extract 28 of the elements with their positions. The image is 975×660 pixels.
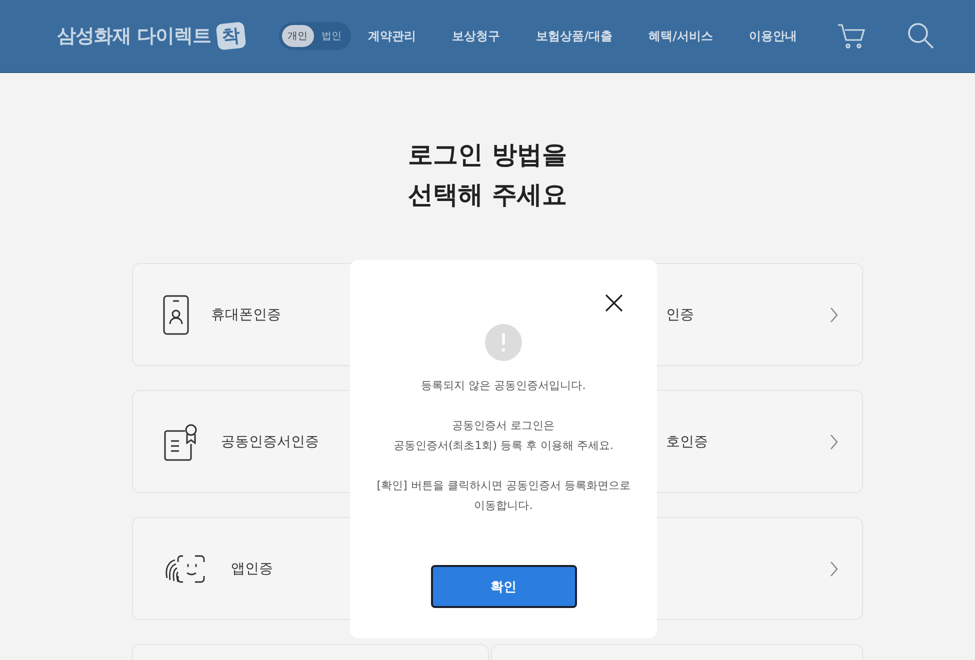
login-method-label: 공동인증서인증 xyxy=(221,432,319,450)
cart-button[interactable] xyxy=(837,22,867,50)
logo[interactable]: 삼성화재 다이렉트 착 xyxy=(57,23,245,49)
close-button[interactable] xyxy=(605,294,623,312)
nav-link[interactable]: 계약관리 xyxy=(368,28,416,44)
logo-badge: 착 xyxy=(216,22,246,50)
page-title: 로그인 방법을 선택해 주세요 xyxy=(407,139,568,211)
login-method-label: 앱인증 xyxy=(231,560,273,578)
nav-link[interactable]: 보험상품/대출 xyxy=(536,28,613,44)
search-icon xyxy=(907,22,935,50)
chevron-right-icon xyxy=(830,434,838,450)
close-icon xyxy=(605,294,623,312)
confirm-button[interactable]: 확인 xyxy=(430,565,576,608)
chevron-right-icon xyxy=(830,306,838,322)
customer-type-tab[interactable]: 법인 xyxy=(316,25,348,47)
certificate-icon xyxy=(163,422,199,462)
customer-type-tab[interactable]: 개인 xyxy=(282,25,314,47)
login-method-label: 호인증 xyxy=(666,432,708,450)
cart-icon xyxy=(837,22,867,50)
alert-icon xyxy=(485,324,522,361)
login-method-label: 휴대폰인증 xyxy=(211,306,281,324)
nav-link[interactable]: 이용안내 xyxy=(749,28,797,44)
phone-person-icon xyxy=(163,294,189,334)
login-method-label: 인증 xyxy=(666,306,694,324)
chevron-right-icon xyxy=(830,560,838,576)
nav-link[interactable]: 보상청구 xyxy=(452,28,500,44)
nav-link[interactable]: 혜택/서비스 xyxy=(648,28,713,44)
search-button[interactable] xyxy=(907,22,935,50)
